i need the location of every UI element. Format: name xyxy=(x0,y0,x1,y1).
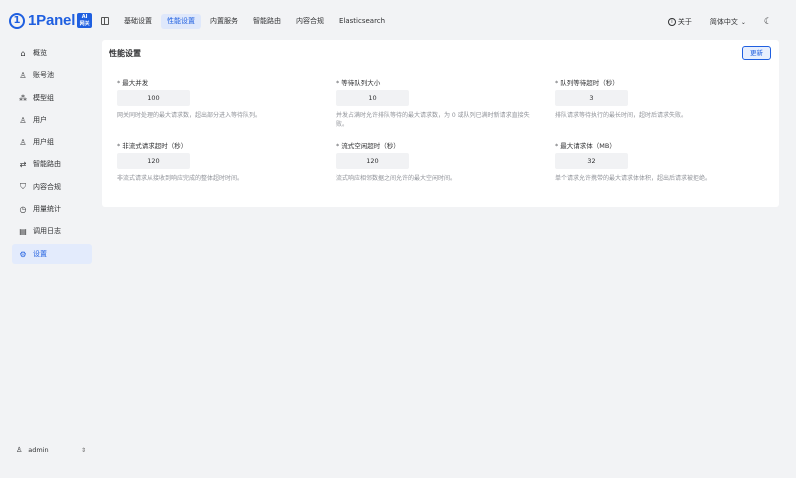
sidebar-item-label: 账号池 xyxy=(33,71,54,79)
logo-badge: AI 网关 xyxy=(77,13,93,28)
top-right-actions: i 关于 简体中文 ⌄ ☾ xyxy=(667,17,772,27)
gear-icon: ⚙ xyxy=(19,249,27,259)
sidebar-item-model-group[interactable]: ⁂ 模型组 xyxy=(12,88,92,108)
info-icon: i xyxy=(667,18,676,26)
sidebar-item-label: 内容合规 xyxy=(33,183,61,191)
field-stream-idle-timeout: * 流式空闲超时（秒） 120 流式响应相邻数据之间允许的最大空闲时间。 xyxy=(336,140,546,183)
users-icon: ♙ xyxy=(19,137,27,147)
sidebar-item-label: 模型组 xyxy=(33,94,54,102)
page-title: 性能设置 xyxy=(109,49,141,58)
sidebar-item-usage-stats[interactable]: ◷ 用量统计 xyxy=(12,199,92,219)
field-label-text: 等待队列大小 xyxy=(341,79,381,87)
sidebar-item-users[interactable]: ♙ 用户 xyxy=(12,110,92,130)
non-stream-timeout-input[interactable]: 120 xyxy=(117,153,190,169)
logo-badge-line2: 网关 xyxy=(79,21,90,27)
sidebar-item-label: 用户组 xyxy=(33,138,54,146)
sidebar-item-label: 智能路由 xyxy=(33,160,61,168)
sidebar: ⌂ 概览 ♙ 账号池 ⁂ 模型组 ♙ 用户 ♙ 用户组 ⇄ 智能路由 ⛉ 内容合… xyxy=(0,40,98,478)
logo-badge-line1: AI xyxy=(81,14,88,20)
field-queue-size: * 等待队列大小 10 并发占满时允许排队等待的最大请求数，为 0 或队列已满时新… xyxy=(336,77,546,129)
field-label: * 等待队列大小 xyxy=(336,79,381,87)
field-queue-timeout: * 队列等待超时（秒） 3 排队请求等待执行的最长时间，超时后请求失败。 xyxy=(555,77,765,120)
user-group-icon: ♙ xyxy=(19,70,27,80)
queue-timeout-input[interactable]: 3 xyxy=(555,90,628,106)
field-label-text: 最大并发 xyxy=(122,79,149,87)
sidebar-item-label: 设置 xyxy=(33,250,47,258)
chevron-up-down-icon: ⇕ xyxy=(80,446,86,454)
sidebar-item-account-pool[interactable]: ♙ 账号池 xyxy=(12,65,92,85)
field-label: * 队列等待超时（秒） xyxy=(555,79,619,87)
tab-smart-routing[interactable]: 智能路由 xyxy=(247,14,287,29)
language-label: 简体中文 xyxy=(709,18,738,26)
logo-text: 1Panel xyxy=(28,12,76,29)
tab-basic-settings[interactable]: 基础设置 xyxy=(118,14,158,29)
sidebar-item-content-compliance[interactable]: ⛉ 内容合规 xyxy=(12,177,92,197)
field-label-text: 流式空闲超时（秒） xyxy=(341,142,400,150)
tab-performance-settings[interactable]: 性能设置 xyxy=(161,14,201,29)
sidebar-item-overview[interactable]: ⌂ 概览 xyxy=(12,43,92,63)
field-max-concurrency: * 最大并发 100 网关同时处理的最大请求数，超出部分进入等待队列。 xyxy=(117,77,327,120)
sidebar-item-label: 用量统计 xyxy=(33,205,61,213)
max-request-body-input[interactable]: 32 xyxy=(555,153,628,169)
sidebar-toggle-icon[interactable] xyxy=(101,17,109,25)
sidebar-item-user-groups[interactable]: ♙ 用户组 xyxy=(12,132,92,152)
update-button[interactable]: 更新 xyxy=(742,46,771,60)
top-tabs: 基础设置 性能设置 内置服务 智能路由 内容合规 Elasticsearch xyxy=(118,14,394,29)
language-select[interactable]: 简体中文 ⌄ xyxy=(710,17,746,27)
stream-idle-timeout-input[interactable]: 120 xyxy=(336,153,409,169)
field-help: 并发占满时允许排队等待的最大请求数，为 0 或队列已满时新请求直接失败。 xyxy=(336,112,530,128)
logo-mark-icon: 1 xyxy=(9,12,25,29)
field-label: * 流式空闲超时（秒） xyxy=(336,142,400,150)
home-icon: ⌂ xyxy=(20,48,26,58)
sidebar-item-settings[interactable]: ⚙ 设置 xyxy=(12,244,92,264)
field-label: * 非流式请求超时（秒） xyxy=(117,142,188,150)
sidebar-item-smart-routing[interactable]: ⇄ 智能路由 xyxy=(12,154,92,174)
user-avatar-icon: ♙ xyxy=(16,446,23,454)
top-bar: 1 1Panel AI 网关 基础设置 性能设置 内置服务 智能路由 内容合规 … xyxy=(0,0,796,42)
field-non-stream-timeout: * 非流式请求超时（秒） 120 非流式请求从接收到响应完成的整体超时时间。 xyxy=(117,140,327,183)
field-help: 非流式请求从接收到响应完成的整体超时时间。 xyxy=(117,175,244,182)
user-name: admin xyxy=(28,446,49,454)
sidebar-item-label: 概览 xyxy=(33,49,47,57)
field-label: * 最大并发 xyxy=(117,79,149,87)
route-icon: ⇄ xyxy=(19,159,27,169)
chevron-down-icon: ⌄ xyxy=(740,18,746,26)
clock-icon: ◷ xyxy=(19,204,27,214)
max-concurrency-input[interactable]: 100 xyxy=(117,90,190,106)
field-help: 排队请求等待执行的最长时间，超时后请求失败。 xyxy=(555,112,688,119)
sidebar-item-call-logs[interactable]: ▤ 调用日志 xyxy=(12,221,92,241)
sidebar-item-label: 调用日志 xyxy=(33,227,61,235)
tab-content-compliance[interactable]: 内容合规 xyxy=(290,14,330,29)
user-menu[interactable]: ♙ admin ⇕ xyxy=(16,446,86,454)
moon-icon[interactable]: ☾ xyxy=(764,17,772,27)
field-help: 网关同时处理的最大请求数，超出部分进入等待队列。 xyxy=(117,112,262,119)
tab-elasticsearch[interactable]: Elasticsearch xyxy=(333,14,391,29)
tab-builtin-services[interactable]: 内置服务 xyxy=(204,14,244,29)
performance-settings-panel: 性能设置 更新 * 最大并发 100 网关同时处理的最大请求数，超出部分进入等待队… xyxy=(102,40,779,207)
user-icon: ♙ xyxy=(19,115,27,125)
log-icon: ▤ xyxy=(19,226,27,236)
field-label-text: 队列等待超时（秒） xyxy=(560,79,619,87)
field-label-text: 最大请求体（MB） xyxy=(560,142,616,150)
field-help: 单个请求允许携带的最大请求体体积，超出后请求被拒绝。 xyxy=(555,175,712,182)
field-max-request-body: * 最大请求体（MB） 32 单个请求允许携带的最大请求体体积，超出后请求被拒绝。 xyxy=(555,140,765,183)
cluster-icon: ⁂ xyxy=(19,93,27,103)
app-logo[interactable]: 1 1Panel AI 网关 xyxy=(9,12,93,29)
field-label-text: 非流式请求超时（秒） xyxy=(122,142,188,150)
about-label: 关于 xyxy=(677,18,692,26)
sidebar-item-label: 用户 xyxy=(33,116,47,124)
field-help: 流式响应相邻数据之间允许的最大空闲时间。 xyxy=(336,175,457,182)
about-button[interactable]: i 关于 xyxy=(667,17,692,27)
field-label: * 最大请求体（MB） xyxy=(555,142,616,150)
queue-size-input[interactable]: 10 xyxy=(336,90,409,106)
shield-icon: ⛉ xyxy=(20,182,26,191)
